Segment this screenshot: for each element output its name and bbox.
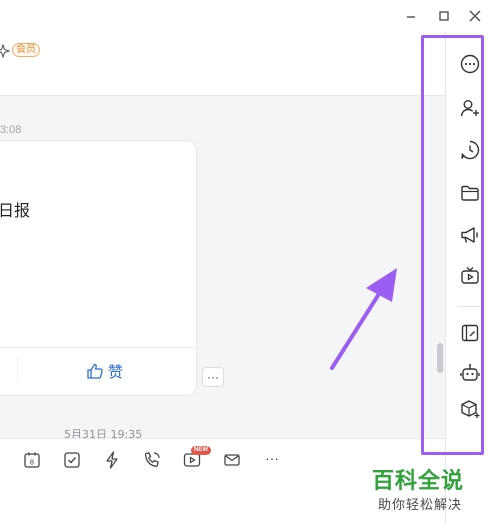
new-badge: NEW [191,446,211,455]
watermark-subtitle: 助你轻松解决 [378,498,463,513]
member-badge: 会员 [12,43,40,57]
minimize-icon[interactable] [402,7,420,25]
maximize-icon[interactable] [435,7,453,25]
svg-text:8: 8 [30,459,34,467]
like-button[interactable]: 赞 [86,360,123,382]
card-title: 日报 [0,201,31,220]
like-label: 赞 [108,362,124,381]
title-bar [0,0,495,32]
report-card[interactable] [0,141,196,395]
task-check-icon[interactable] [62,450,82,470]
thumbs-up-icon [86,362,104,380]
mail-icon[interactable] [222,450,242,470]
message-more-button[interactable]: ··· [202,367,224,387]
lightning-icon[interactable] [102,450,122,470]
calendar-icon[interactable]: 8 [22,450,42,470]
toolbar-more-button[interactable]: ··· [262,448,282,468]
message-time: 3:08 [0,124,22,136]
watermark-title: 百科全说 [372,469,465,494]
phone-call-icon[interactable] [142,450,162,470]
close-icon[interactable] [466,7,484,25]
highlight-box [421,35,484,455]
card-action-separator [17,357,18,381]
annotation-arrow [326,266,401,374]
card-divider [0,347,196,348]
chat-header [0,32,445,96]
sparkle-icon [0,44,10,58]
